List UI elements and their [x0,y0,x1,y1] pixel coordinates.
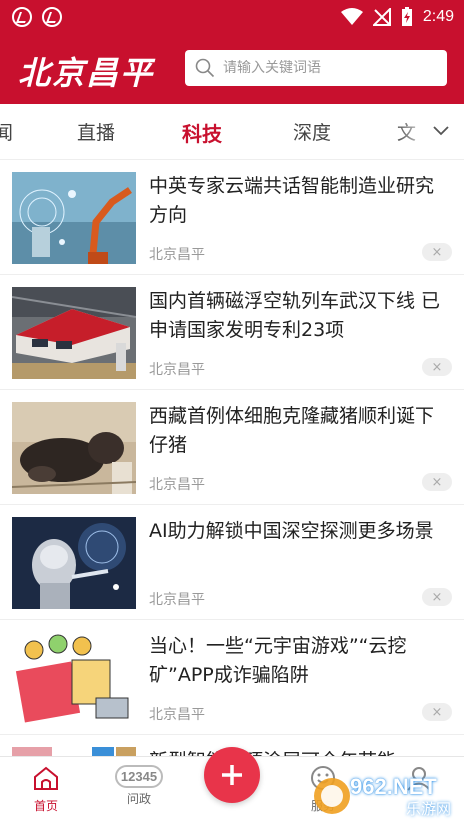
battery-charging-icon [401,7,412,26]
nav-inquiry[interactable]: 12345 问政 [104,765,174,807]
news-thumbnail[interactable] [12,517,136,609]
app-logo: 北京昌平 [18,54,155,92]
news-title[interactable]: AI助力解锁中国深空探测更多场景 [149,517,449,546]
news-item[interactable]: 西藏首例体细胞克隆藏猪顺利诞下仔猪 北京昌平 × [0,390,464,505]
close-icon: × [431,359,443,375]
tab-technology[interactable]: 科技 [182,118,222,147]
news-thumbnail[interactable] [12,172,136,264]
tab-live[interactable]: 直播 [77,118,115,145]
dismiss-button[interactable]: × [422,588,452,606]
news-item[interactable]: 中英专家云端共话智能制造业研究方向 北京昌平 × [0,160,464,275]
close-icon: × [431,244,443,260]
home-icon [34,766,58,790]
status-bar: 2:49 [0,0,464,34]
close-icon: × [431,704,443,720]
search-bar[interactable] [185,50,447,86]
search-icon [195,58,215,78]
category-tabs: 闻 直播 科技 深度 文 [0,104,464,160]
site-watermark: 962.NET 乐游网 [310,770,460,820]
news-title[interactable]: 西藏首例体细胞克隆藏猪顺利诞下仔猪 [149,402,449,460]
news-source: 北京昌平 [149,592,205,608]
news-title[interactable]: 当心！一些“元宇宙游戏”“云挖矿”APP成诈骗陷阱 [149,632,449,690]
news-item[interactable]: 国内首辆磁浮空轨列车武汉下线 已申请国家发明专利23项 北京昌平 × [0,275,464,390]
news-source: 北京昌平 [149,362,205,378]
app-root: 2:49 北京昌平 闻 直播 科技 深度 文 [0,0,464,824]
news-thumbnail[interactable] [12,402,136,494]
app-notification-icon [42,7,62,27]
tab-depth[interactable]: 深度 [293,118,331,145]
dismiss-button[interactable]: × [422,473,452,491]
news-title[interactable]: 中英专家云端共话智能制造业研究方向 [149,172,449,230]
news-source: 北京昌平 [149,707,205,723]
dismiss-button[interactable]: × [422,703,452,721]
news-thumbnail[interactable] [12,747,136,756]
plus-icon [222,765,242,785]
watermark-sub: 乐游网 [406,800,452,818]
news-thumbnail[interactable] [12,287,136,379]
search-input[interactable] [223,60,423,76]
news-source: 北京昌平 [149,477,205,493]
news-title[interactable]: 新型智能屋顶涂层可全年节能 [149,747,449,756]
status-time: 2:49 [422,8,454,25]
close-icon: × [431,589,443,605]
nav-home-label: 首页 [33,799,58,813]
tab-news[interactable]: 闻 [0,118,13,145]
news-title[interactable]: 国内首辆磁浮空轨列车武汉下线 已申请国家发明专利23项 [149,287,449,345]
dismiss-button[interactable]: × [422,358,452,376]
no-signal-icon [372,8,391,26]
chevron-down-icon[interactable] [432,122,450,140]
close-icon: × [431,474,443,490]
news-item[interactable]: AI助力解锁中国深空探测更多场景 北京昌平 × [0,505,464,620]
news-item[interactable]: 当心！一些“元宇宙游戏”“云挖矿”APP成诈骗陷阱 北京昌平 × [0,620,464,735]
nav-inquiry-label: 问政 [126,792,151,806]
news-thumbnail[interactable] [12,632,136,724]
status-right-icons: 2:49 [340,6,454,28]
nav-home[interactable]: 首页 [11,765,81,814]
news-source: 北京昌平 [149,247,205,263]
tab-fade-overlay [394,104,464,159]
wifi-icon [340,8,363,25]
watermark-brand: 962.NET [350,774,437,799]
app-header: 北京昌平 [0,34,464,104]
news-feed[interactable]: 中英专家云端共话智能制造业研究方向 北京昌平 × 国内首辆磁浮空轨列车武汉下线 … [0,160,464,756]
app-notification-icon [12,7,32,27]
publish-button[interactable] [204,747,260,803]
dismiss-button[interactable]: × [422,243,452,261]
status-left-icons [12,7,62,27]
hotline-badge-icon: 12345 [114,765,164,788]
